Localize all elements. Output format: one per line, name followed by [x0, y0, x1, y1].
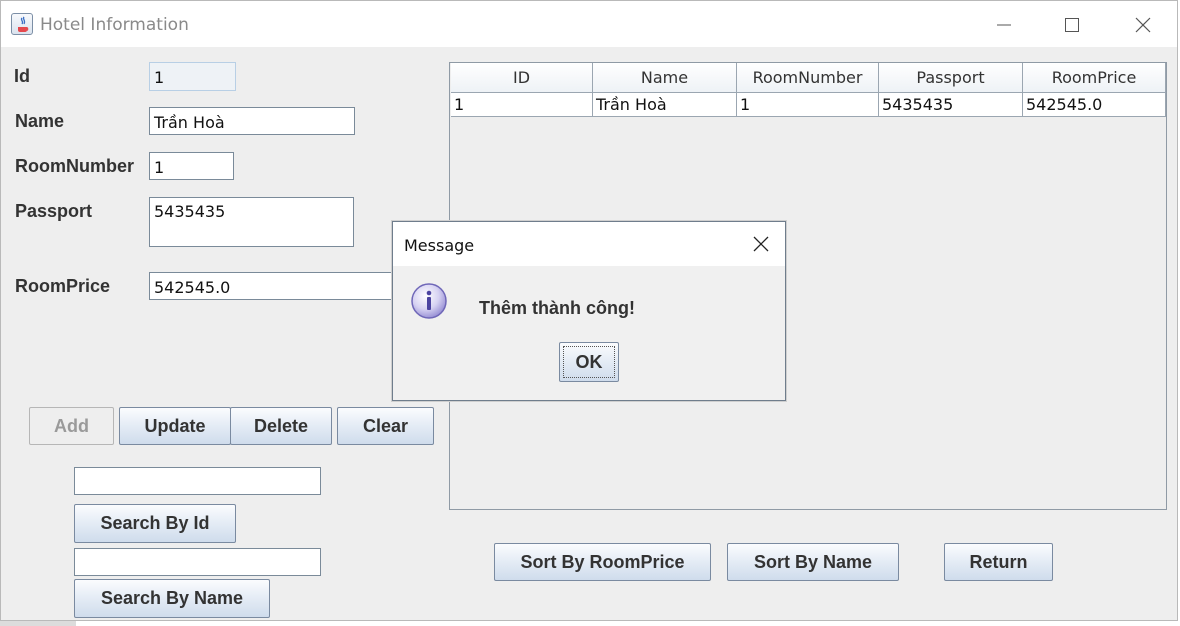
- id-field: 1: [149, 62, 236, 91]
- name-label: Name: [15, 111, 65, 131]
- table-cell[interactable]: Trần Hoà: [593, 93, 737, 117]
- ok-button[interactable]: OK: [559, 342, 619, 382]
- room-number-label: RoomNumber: [15, 156, 135, 176]
- table-header: ID Name RoomNumber Passport RoomPrice: [451, 63, 1166, 93]
- close-icon[interactable]: [1128, 11, 1158, 39]
- room-number-field[interactable]: 1: [149, 152, 234, 180]
- minimize-icon[interactable]: [989, 11, 1019, 39]
- add-button[interactable]: Add: [29, 407, 114, 445]
- main-window: Hotel Information Id Name RoomNumber Pas…: [0, 0, 1178, 621]
- window-title: Hotel Information: [40, 15, 189, 35]
- return-button[interactable]: Return: [944, 543, 1053, 581]
- column-header-passport[interactable]: Passport: [879, 63, 1023, 93]
- room-price-label: RoomPrice: [15, 276, 111, 296]
- table-row[interactable]: 1 Trần Hoà 1 5435435 542545.0: [451, 93, 1166, 117]
- column-header-id[interactable]: ID: [451, 63, 593, 93]
- java-app-icon: [11, 13, 33, 35]
- column-header-room-number[interactable]: RoomNumber: [737, 63, 879, 93]
- table-cell[interactable]: 5435435: [879, 93, 1023, 117]
- dialog-close-icon[interactable]: [747, 232, 775, 256]
- search-by-name-button[interactable]: Search By Name: [74, 579, 270, 618]
- focus-ring: [563, 346, 615, 378]
- message-dialog: Message Thêm thành công! OK: [392, 221, 786, 401]
- window-shadow: [0, 621, 76, 626]
- table-cell[interactable]: 542545.0: [1023, 93, 1166, 117]
- table-cell[interactable]: 1: [737, 93, 879, 117]
- room-price-field[interactable]: 542545.0: [149, 272, 399, 300]
- search-id-input[interactable]: [74, 467, 321, 495]
- update-button[interactable]: Update: [119, 407, 231, 445]
- column-header-room-price[interactable]: RoomPrice: [1023, 63, 1166, 93]
- sort-by-name-button[interactable]: Sort By Name: [727, 543, 899, 581]
- id-label: Id: [14, 66, 30, 86]
- table-cell[interactable]: 1: [451, 93, 593, 117]
- sort-by-room-price-button[interactable]: Sort By RoomPrice: [494, 543, 711, 581]
- dialog-title: Message: [404, 236, 475, 255]
- dialog-title-bar[interactable]: Message: [393, 222, 785, 266]
- info-icon: [410, 282, 448, 320]
- title-bar[interactable]: Hotel Information: [1, 1, 1177, 47]
- maximize-icon[interactable]: [1057, 11, 1087, 39]
- search-name-input[interactable]: [74, 548, 321, 576]
- clear-button[interactable]: Clear: [337, 407, 434, 445]
- name-field[interactable]: Trần Hoà: [149, 107, 355, 135]
- passport-label: Passport: [15, 201, 93, 221]
- dialog-message: Thêm thành công!: [479, 298, 635, 318]
- search-by-id-button[interactable]: Search By Id: [74, 504, 236, 543]
- passport-field[interactable]: 5435435: [149, 197, 354, 247]
- column-header-name[interactable]: Name: [593, 63, 737, 93]
- delete-button[interactable]: Delete: [230, 407, 332, 445]
